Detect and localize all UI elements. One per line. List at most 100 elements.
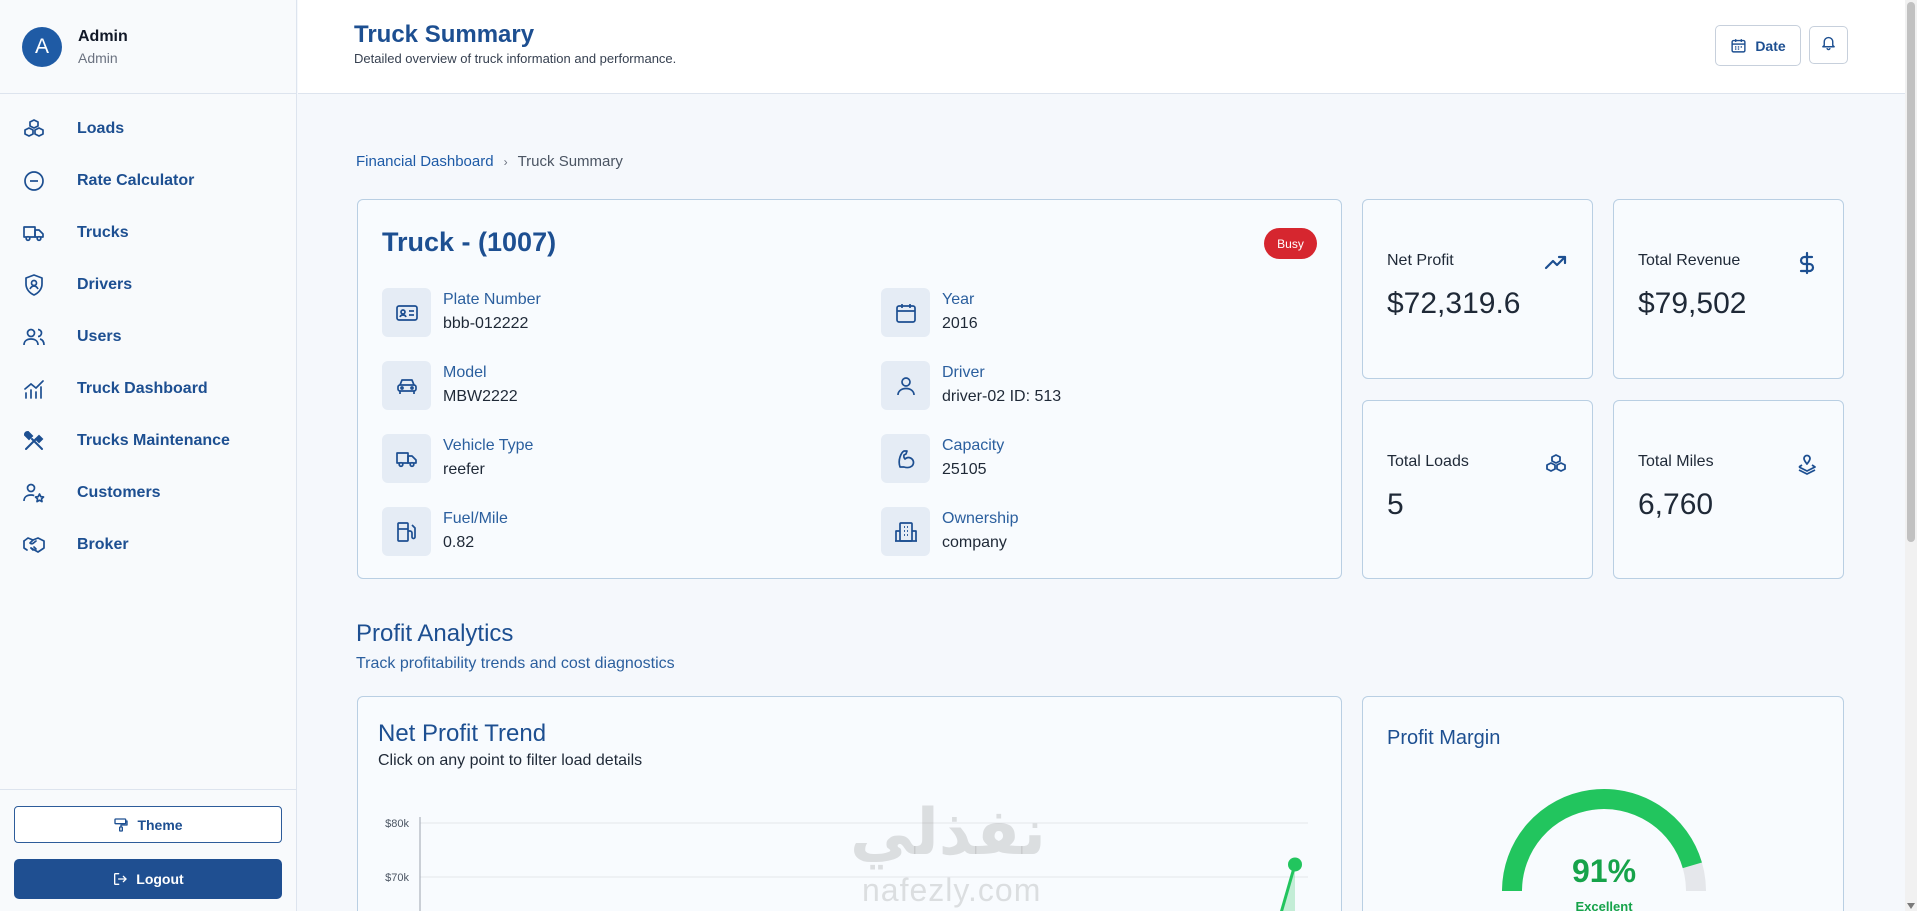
field-label: Year — [942, 291, 975, 308]
field-value: 25105 — [942, 461, 987, 478]
top-header: Truck Summary Detailed overview of truck… — [298, 0, 1905, 94]
logout-button[interactable]: Logout — [14, 859, 282, 899]
field-driver: Driver driver-02 ID: 513 — [881, 361, 1281, 411]
logout-button-label: Logout — [136, 871, 184, 887]
field-value: company — [942, 534, 1007, 551]
sidebar-item-label: Truck Dashboard — [77, 380, 208, 397]
field-label: Capacity — [942, 437, 1005, 454]
sidebar-item-trucks[interactable]: Trucks — [0, 207, 296, 259]
scroll-down-arrow-icon[interactable] — [1907, 903, 1915, 909]
field-plate-number: Plate Number bbb-012222 — [382, 288, 782, 338]
field-value: driver-02 ID: 513 — [942, 388, 1062, 405]
chart-line-icon — [22, 377, 46, 401]
field-model: Model MBW2222 — [382, 361, 782, 411]
y-tick-label: $70k — [385, 872, 409, 884]
page-subtitle: Detailed overview of truck information a… — [354, 51, 677, 66]
profile-role: Admin — [78, 49, 118, 66]
user-icon — [881, 361, 930, 410]
field-year: Year 2016 — [881, 288, 1281, 338]
date-button[interactable]: Date — [1715, 25, 1801, 66]
users-icon — [22, 325, 46, 349]
stat-value: $72,319.6 — [1387, 287, 1521, 320]
stat-card-total-revenue: Total Revenue $79,502 — [1613, 199, 1844, 379]
field-value: bbb-012222 — [443, 315, 529, 332]
truck-icon — [382, 434, 431, 483]
field-value: 2016 — [942, 315, 978, 332]
section-subtitle: Track profitability trends and cost diag… — [356, 655, 675, 672]
field-label: Driver — [942, 364, 985, 381]
stat-card-total-loads: Total Loads 5 — [1362, 400, 1593, 579]
page-scrollbar[interactable] — [1905, 0, 1917, 911]
theme-button-label: Theme — [137, 816, 183, 833]
field-label: Fuel/Mile — [443, 510, 508, 527]
boxes-icon — [1543, 451, 1569, 477]
section-title: Profit Analytics — [356, 620, 514, 647]
sidebar-item-label: Trucks Maintenance — [77, 432, 230, 449]
y-tick-label: $80k — [385, 818, 409, 830]
sidebar-item-label: Trucks — [77, 224, 129, 241]
truck-icon — [22, 221, 46, 245]
user-profile[interactable]: A Admin Admin — [0, 0, 296, 94]
truck-info-card: Truck - (1007) Busy Plate Number bbb-012… — [357, 199, 1342, 579]
logout-icon — [112, 871, 128, 887]
scrollbar-thumb[interactable] — [1907, 2, 1915, 542]
stat-card-net-profit: Net Profit $72,319.6 — [1362, 199, 1593, 379]
field-ownership: Ownership company — [881, 507, 1281, 557]
dollar-icon — [1794, 250, 1820, 276]
bicep-icon — [881, 434, 930, 483]
sidebar-item-label: Broker — [77, 536, 129, 553]
status-badge: Busy — [1264, 228, 1317, 259]
watermark-url: nafezly.com — [862, 872, 1042, 908]
handshake-icon — [22, 533, 46, 557]
sidebar-item-broker[interactable]: Broker — [0, 519, 296, 571]
profit-margin-gauge: 91% Excellent — [1502, 789, 1706, 911]
gauge-value: 91% — [1572, 853, 1636, 889]
breadcrumb-link-financial-dashboard[interactable]: Financial Dashboard — [356, 153, 494, 170]
field-value: 0.82 — [443, 534, 475, 551]
field-value: reefer — [443, 461, 485, 478]
field-label: Model — [443, 364, 487, 381]
field-label: Plate Number — [443, 291, 541, 308]
sidebar-item-label: Users — [77, 328, 122, 345]
sidebar-item-customers[interactable]: Customers — [0, 467, 296, 519]
sidebar-item-label: Customers — [77, 484, 161, 501]
fuel-pump-icon — [382, 507, 431, 556]
stat-value: $79,502 — [1638, 287, 1747, 320]
breadcrumb: Financial Dashboard › Truck Summary — [356, 153, 623, 170]
paint-roller-icon — [113, 817, 129, 833]
gauge-rating: Excellent — [1575, 899, 1633, 911]
sidebar-item-trucks-maintenance[interactable]: Trucks Maintenance — [0, 415, 296, 467]
field-capacity: Capacity 25105 — [881, 434, 1281, 484]
sidebar-item-loads[interactable]: Loads — [0, 103, 296, 155]
stat-card-total-miles: Total Miles 6,760 — [1613, 400, 1844, 579]
minus-circle-icon — [22, 169, 46, 193]
sidebar: A Admin Admin Loads Rate Calculator Truc… — [0, 0, 297, 911]
calendar-icon — [1730, 37, 1747, 54]
stat-label: Net Profit — [1387, 252, 1454, 269]
sidebar-item-truck-dashboard[interactable]: Truck Dashboard — [0, 363, 296, 415]
stat-value: 5 — [1387, 488, 1404, 521]
sidebar-item-drivers[interactable]: Drivers — [0, 259, 296, 311]
stat-label: Total Revenue — [1638, 252, 1741, 269]
data-point[interactable] — [1288, 857, 1302, 872]
car-icon — [382, 361, 431, 410]
sidebar-nav: Loads Rate Calculator Trucks Drivers Use… — [0, 94, 296, 571]
field-label: Ownership — [942, 510, 1019, 527]
sidebar-item-users[interactable]: Users — [0, 311, 296, 363]
sidebar-item-label: Loads — [77, 120, 125, 137]
trending-up-icon — [1543, 250, 1569, 276]
avatar[interactable]: A — [22, 26, 62, 67]
date-button-label: Date — [1755, 37, 1786, 54]
truck-title: Truck - (1007) — [382, 227, 557, 257]
theme-button[interactable]: Theme — [14, 806, 282, 843]
sidebar-item-label: Rate Calculator — [77, 172, 195, 189]
notifications-button[interactable] — [1809, 26, 1848, 64]
sidebar-item-label: Drivers — [77, 276, 133, 293]
field-label: Vehicle Type — [443, 437, 534, 454]
field-vehicle-type: Vehicle Type reefer — [382, 434, 782, 484]
route-pin-icon — [1794, 451, 1820, 477]
profile-text: Admin Admin — [78, 28, 128, 66]
stat-value: 6,760 — [1638, 488, 1714, 521]
sidebar-item-rate-calculator[interactable]: Rate Calculator — [0, 155, 296, 207]
field-value: MBW2222 — [443, 388, 518, 405]
